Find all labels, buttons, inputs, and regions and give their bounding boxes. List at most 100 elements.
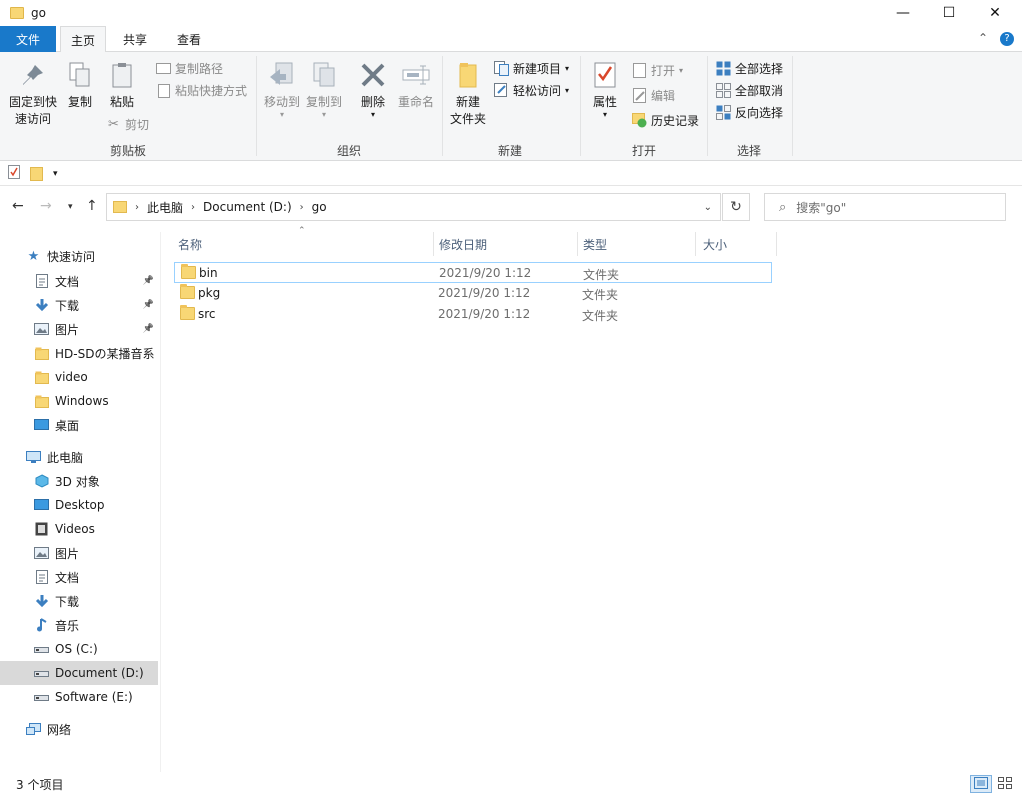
pin-label-line1: 固定到快 [8, 95, 57, 109]
videos-icon [34, 522, 49, 536]
tab-file[interactable]: 文件 [0, 26, 56, 52]
column-header-name[interactable]: 名称 [178, 232, 434, 256]
nav-pc-item[interactable]: 音乐 [0, 613, 158, 637]
nav-pc-item[interactable]: Document (D:) [0, 661, 158, 685]
column-name-label: 名称 [178, 237, 203, 252]
nav-pc-item[interactable]: OS (C:) [0, 637, 158, 661]
collapse-ribbon-icon[interactable]: ⌃ [978, 31, 988, 45]
copy-button[interactable]: 复制 [64, 60, 96, 111]
history-button[interactable]: 历史记录 [632, 112, 699, 129]
easy-access-button[interactable]: 轻松访问 ▾ [494, 82, 569, 99]
breadcrumb-go[interactable]: go [312, 200, 327, 214]
delete-button[interactable]: 删除 ▾ [356, 60, 390, 119]
copy-path-button[interactable]: 复制路径 [156, 60, 223, 77]
invert-selection-button[interactable]: 反向选择 [716, 104, 783, 121]
paste-shortcut-button[interactable]: 粘贴快捷方式 [156, 82, 247, 99]
select-all-button[interactable]: 全部选择 [716, 60, 783, 77]
back-icon[interactable]: ← [12, 198, 24, 214]
address-bar[interactable]: › 此电脑 › Document (D:) › go ⌄ [106, 193, 721, 221]
column-header-size[interactable]: 大小 [703, 232, 775, 256]
nav-quick-item[interactable]: Windows [0, 389, 158, 413]
breadcrumb-separator-icon[interactable]: › [300, 202, 304, 213]
open-button[interactable]: 打开 ▾ [632, 62, 683, 79]
refresh-button[interactable]: ↻ [722, 193, 750, 221]
column-header-type[interactable]: 类型 [583, 232, 695, 256]
pin-to-quick-access-button[interactable]: 固定到快 速访问 [6, 60, 60, 128]
help-icon[interactable]: ? [1000, 32, 1014, 46]
nav-quick-item[interactable]: HD-SDの某播音系 [0, 341, 158, 365]
nav-pc-item[interactable]: 3D 对象 [0, 469, 158, 493]
forward-icon[interactable]: → [40, 198, 52, 214]
column-divider[interactable] [577, 232, 578, 256]
nav-item-label: video [55, 370, 88, 384]
new-folder-button[interactable]: 新建 文件夹 [448, 60, 488, 128]
new-item-dropdown-icon: ▾ [565, 64, 570, 73]
nav-pc-item[interactable]: 图片 [0, 541, 158, 565]
nav-pc-item[interactable]: 文档 [0, 565, 158, 589]
nav-quick-item[interactable]: 下载 📌 [0, 293, 158, 317]
delete-dropdown-icon: ▾ [370, 110, 375, 119]
tab-home[interactable]: 主页 [60, 26, 106, 53]
easy-access-label: 轻松访问 [513, 84, 562, 98]
new-folder-label-line1: 新建 [455, 95, 480, 109]
nav-quick-item[interactable]: video [0, 365, 158, 389]
file-type: 文件夹 [582, 309, 619, 323]
properties-button[interactable]: 属性 ▾ [588, 60, 622, 119]
close-button[interactable]: ✕ [972, 0, 1018, 25]
select-group-label: 选择 [737, 144, 762, 158]
status-bar: 3 个项目 [0, 773, 1022, 795]
details-view-icon [974, 776, 988, 792]
customize-qat-icon[interactable]: ▾ [53, 169, 58, 179]
move-to-button[interactable]: 移动到 ▾ [262, 60, 302, 119]
nav-pc-item[interactable]: Videos [0, 517, 158, 541]
nav-quick-access[interactable]: ★ 快速访问 [0, 244, 158, 268]
new-item-button[interactable]: 新建项目 ▾ [494, 60, 569, 77]
nav-pc-item[interactable]: 下载 [0, 589, 158, 613]
breadcrumb-this-pc[interactable]: 此电脑 [147, 199, 183, 216]
paste-button[interactable]: 粘贴 [104, 60, 140, 111]
column-divider[interactable] [776, 232, 777, 256]
up-icon[interactable]: ↑ [86, 198, 98, 214]
properties-qat-icon[interactable] [8, 165, 20, 182]
folder-icon [113, 201, 127, 213]
item-count: 3 个项目 [16, 777, 64, 792]
breadcrumb-document-d[interactable]: Document (D:) [203, 200, 292, 214]
nav-network[interactable]: 网络 [0, 717, 158, 741]
tab-share[interactable]: 共享 [112, 26, 158, 52]
file-row[interactable]: src 2021/9/20 1:12 文件夹 [174, 304, 772, 325]
nav-quick-item[interactable]: 桌面 [0, 413, 158, 437]
nav-quick-item[interactable]: 文档 📌 [0, 269, 158, 293]
new-folder-qat-icon[interactable] [30, 166, 43, 181]
tab-view[interactable]: 查看 [166, 26, 212, 52]
recent-locations-icon[interactable]: ▾ [68, 202, 73, 212]
select-none-button[interactable]: 全部取消 [716, 82, 783, 99]
nav-pc-item[interactable]: Software (E:) [0, 685, 158, 709]
breadcrumb-separator-icon[interactable]: › [135, 202, 139, 213]
nav-this-pc[interactable]: 此电脑 [0, 445, 158, 469]
delete-icon [358, 60, 388, 90]
minimize-button[interactable]: — [880, 0, 926, 25]
3d-objects-icon [34, 474, 49, 488]
column-header-modified[interactable]: 修改日期 [439, 232, 577, 256]
nav-item-label: 下载 [55, 298, 80, 313]
address-dropdown-icon[interactable]: ⌄ [704, 202, 712, 213]
file-row[interactable]: pkg 2021/9/20 1:12 文件夹 [174, 283, 772, 304]
rename-button[interactable]: 重命名 [396, 60, 436, 111]
nav-quick-item[interactable]: 图片 📌 [0, 317, 158, 341]
move-to-icon [267, 60, 297, 90]
maximize-button[interactable]: ☐ [926, 0, 972, 25]
search-input[interactable]: 搜索"go" [796, 199, 846, 216]
details-view-button[interactable] [970, 775, 992, 793]
breadcrumb-separator-icon[interactable]: › [191, 202, 195, 213]
nav-pc-item[interactable]: Desktop [0, 493, 158, 517]
file-row[interactable]: bin 2021/9/20 1:12 文件夹 [174, 262, 772, 283]
edit-button[interactable]: 编辑 [632, 87, 675, 104]
cut-button[interactable]: ✂ 剪切 [106, 116, 149, 133]
search-box[interactable]: ⌕ 搜索"go" [764, 193, 1006, 221]
pane-divider[interactable] [160, 232, 161, 772]
column-divider[interactable] [433, 232, 434, 256]
quick-access-toolbar: ▾ [0, 162, 1022, 186]
copy-to-button[interactable]: 复制到 ▾ [304, 60, 344, 119]
column-divider[interactable] [695, 232, 696, 256]
large-icons-view-button[interactable] [994, 775, 1016, 793]
